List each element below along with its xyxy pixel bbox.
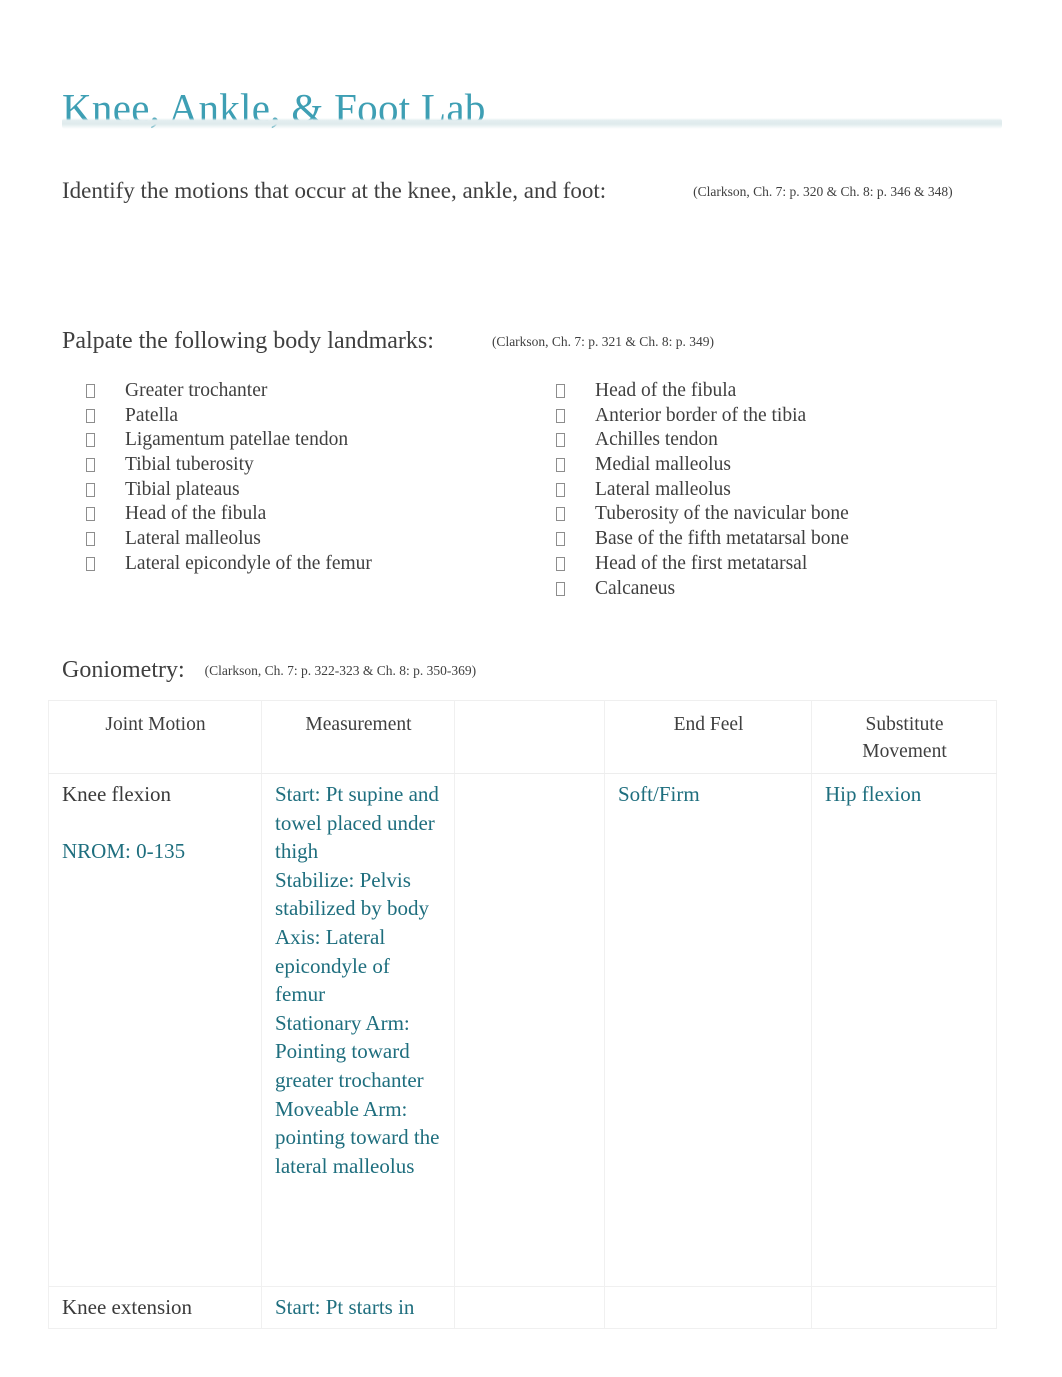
identify-motions-section: Identify the motions that occur at the k… (62, 178, 953, 204)
landmark-label: Lateral epicondyle of the femur (125, 552, 372, 574)
list-item: Ligamentum patellae tendon (86, 429, 546, 454)
landmark-label: Tibial tuberosity (125, 454, 254, 476)
joint-motion-nrom: NROM: 0-135 (62, 838, 186, 863)
landmark-label: Head of the fibula (595, 380, 737, 401)
list-item: Calcaneus (556, 578, 1016, 603)
landmark-label: Head of the fibula (125, 503, 267, 525)
list-item: Head of the fibula (86, 503, 546, 528)
checkbox-bullet-icon (556, 458, 565, 473)
checkbox-bullet-icon (556, 581, 565, 596)
title-divider (62, 118, 1002, 129)
cell-substitute-movement: Hip flexion (811, 773, 997, 1287)
list-item: Head of the fibula (556, 380, 1016, 405)
cell-substitute-movement (811, 1286, 997, 1329)
measurement-step: Start: Pt supine and towel placed under … (275, 782, 439, 864)
landmark-label: Anterior border of the tibia (595, 404, 807, 426)
list-item: Tibial tuberosity (86, 454, 546, 479)
goniometry-table: Joint Motion Measurement End Feel Substi… (48, 700, 997, 1329)
checkbox-bullet-icon (556, 532, 565, 547)
checkbox-bullet-icon (86, 556, 95, 571)
landmark-label: Tuberosity of the navicular bone (595, 503, 849, 525)
table-header-row: Joint Motion Measurement End Feel Substi… (48, 700, 997, 774)
column-header-substitute-movement: Substitute Movement (811, 700, 997, 774)
checkbox-bullet-icon (556, 408, 565, 423)
list-item: Greater trochanter (86, 380, 546, 405)
goniometry-table-head: Joint Motion Measurement End Feel Substi… (48, 700, 997, 774)
table-row: Knee extension Start: Pt starts in (48, 1286, 997, 1329)
checkbox-bullet-icon (86, 384, 95, 398)
landmark-label: Lateral malleolus (125, 528, 261, 550)
list-item: Tuberosity of the navicular bone (556, 503, 1016, 528)
palpate-landmarks-citation: (Clarkson, Ch. 7: p. 321 & Ch. 8: p. 349… (491, 334, 714, 349)
checkbox-bullet-icon (86, 408, 95, 423)
identify-motions-citation: (Clarkson, Ch. 7: p. 320 & Ch. 8: p. 346… (693, 184, 953, 199)
cell-end-feel (604, 1286, 812, 1329)
landmark-label: Tibial plateaus (125, 478, 240, 500)
measurement-step: Start: Pt starts in (275, 1295, 415, 1319)
cell-joint-motion: Knee flexion NROM: 0-135 (48, 773, 262, 1287)
checkbox-bullet-icon (556, 482, 565, 497)
measurement-step: Stabilize: Pelvis stabilized by body (275, 867, 429, 921)
document-page: Knee, Ankle, & Foot Lab Identify the mot… (0, 0, 1062, 1377)
list-item: Lateral malleolus (86, 528, 546, 553)
checkbox-bullet-icon (86, 482, 95, 497)
identify-motions-prompt: Identify the motions that occur at the k… (62, 178, 607, 203)
goniometry-prompt: Goniometry: (62, 657, 185, 683)
measurement-step: Moveable Arm: pointing toward the latera… (275, 1096, 440, 1178)
cell-blank (454, 773, 605, 1287)
checkbox-bullet-icon (556, 384, 565, 398)
column-header-end-feel: End Feel (604, 700, 812, 774)
goniometry-section: Goniometry: (Clarkson, Ch. 7: p. 322-323… (62, 657, 476, 684)
list-item: Anterior border of the tibia (556, 405, 1016, 430)
table-row: Knee flexion NROM: 0-135 Start: Pt supine … (48, 773, 997, 1287)
landmark-label: Patella (125, 404, 179, 426)
landmark-label: Greater trochanter (125, 380, 268, 401)
goniometry-table-body: Knee flexion NROM: 0-135 Start: Pt supine … (48, 773, 997, 1329)
list-item: Lateral malleolus (556, 479, 1016, 504)
list-item: Medial malleolus (556, 454, 1016, 479)
landmark-label: Lateral malleolus (595, 478, 731, 500)
list-item: Patella (86, 405, 546, 430)
landmark-label: Head of the first metatarsal (595, 552, 808, 574)
checkbox-bullet-icon (556, 433, 565, 448)
list-item: Head of the first metatarsal (556, 553, 1016, 578)
checkbox-bullet-icon (86, 507, 95, 522)
column-header-measurement: Measurement (261, 700, 455, 774)
column-header-blank (454, 700, 605, 774)
checkbox-bullet-icon (556, 556, 565, 571)
cell-measurement: Start: Pt supine and towel placed under … (261, 773, 455, 1287)
joint-motion-name: Knee extension (62, 1295, 193, 1319)
landmark-list-left: Greater trochanter Patella Ligamentum pate… (86, 380, 546, 578)
landmark-label: Medial malleolus (595, 454, 731, 476)
landmark-label: Ligamentum patellae tendon (125, 429, 349, 451)
list-item: Achilles tendon (556, 429, 1016, 454)
joint-motion-name: Knee flexion (62, 782, 172, 806)
measurement-step: Axis: Lateral epicondyle of femur (275, 924, 390, 1007)
landmark-label: Achilles tendon (595, 429, 718, 451)
list-item: Lateral epicondyle of the femur (86, 553, 546, 578)
cell-measurement: Start: Pt starts in (261, 1286, 455, 1329)
column-header-joint-motion: Joint Motion (48, 700, 262, 774)
measurement-step: Stationary Arm: Pointing toward greater … (275, 1010, 424, 1092)
cell-joint-motion: Knee extension (48, 1286, 262, 1329)
checkbox-bullet-icon (86, 433, 95, 448)
checkbox-bullet-icon (86, 532, 95, 547)
list-item: Tibial plateaus (86, 479, 546, 504)
cell-blank (454, 1286, 605, 1329)
palpate-landmarks-prompt: Palpate the following body landmarks: (62, 328, 434, 354)
checkbox-bullet-icon (86, 458, 95, 473)
list-item: Base of the fifth metatarsal bone (556, 528, 1016, 553)
landmark-label: Base of the fifth metatarsal bone (595, 528, 849, 550)
palpate-landmarks-section: Palpate the following body landmarks: (C… (62, 328, 714, 355)
landmark-label: Calcaneus (595, 577, 676, 599)
goniometry-citation: (Clarkson, Ch. 7: p. 322-323 & Ch. 8: p.… (204, 663, 477, 678)
landmark-list-right: Head of the fibula Anterior border of the… (556, 380, 1016, 602)
cell-end-feel: Soft/Firm (604, 773, 812, 1287)
checkbox-bullet-icon (556, 507, 565, 522)
